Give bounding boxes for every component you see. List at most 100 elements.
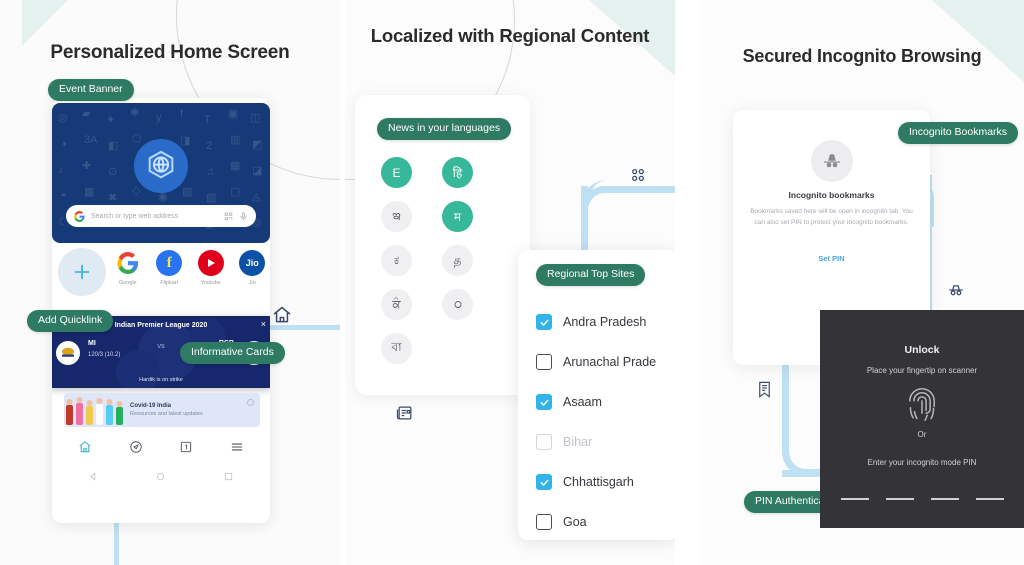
bookmark-icon bbox=[755, 380, 774, 404]
list-item[interactable]: Chhattisgarh bbox=[536, 462, 675, 502]
set-pin-link[interactable]: Set PIN bbox=[733, 254, 930, 263]
pin-slot[interactable] bbox=[840, 498, 869, 500]
list-item[interactable]: Asaam bbox=[536, 382, 675, 422]
add-quicklink-button[interactable] bbox=[58, 248, 106, 296]
quicklink-jio[interactable]: Jio Jio bbox=[235, 250, 271, 286]
checkbox-checked[interactable] bbox=[536, 394, 552, 410]
list-item[interactable]: Goa bbox=[536, 502, 675, 540]
fingerprint-icon[interactable] bbox=[905, 386, 939, 424]
close-icon[interactable]: × bbox=[261, 320, 266, 329]
language-chip[interactable]: ਕੰ bbox=[381, 289, 412, 320]
svg-text:▣: ▣ bbox=[228, 108, 238, 120]
compass-icon[interactable] bbox=[129, 440, 143, 454]
covid-title: Covid-19 India bbox=[130, 403, 172, 409]
language-chip[interactable]: म bbox=[442, 201, 473, 232]
svg-text:◓: ◓ bbox=[60, 190, 67, 202]
badge-news-languages: News in your languages bbox=[377, 118, 512, 140]
pin-slot[interactable] bbox=[930, 498, 959, 500]
covid-illustration bbox=[64, 393, 126, 427]
page-title: Secured Incognito Browsing bbox=[742, 46, 982, 66]
check-icon bbox=[540, 479, 548, 486]
pin-input-slots[interactable] bbox=[820, 498, 1024, 500]
jio-icon: Jio bbox=[239, 250, 266, 276]
language-chip[interactable]: हि bbox=[442, 157, 473, 188]
checkbox-checked[interactable] bbox=[536, 474, 552, 490]
incognito-hat-icon bbox=[810, 140, 853, 182]
search-placeholder-text: Search or type web address bbox=[91, 212, 179, 220]
mint-triangle-decoration bbox=[22, 0, 68, 46]
badge-add-quicklink: Add Quicklink bbox=[27, 310, 114, 332]
panel-personalized-home: Personalized Home Screen Event Banner Ad… bbox=[0, 0, 340, 565]
svg-text:T: T bbox=[204, 114, 211, 126]
covid-info-card[interactable]: Covid-19 India Resources and latest upda… bbox=[64, 393, 260, 427]
region-label: Arunachal Prade bbox=[563, 355, 657, 369]
svg-text:⊙: ⊙ bbox=[108, 166, 117, 178]
home-circle-icon[interactable] bbox=[155, 471, 166, 482]
svg-text:▧: ▧ bbox=[206, 192, 216, 204]
language-chip[interactable]: E bbox=[381, 157, 412, 188]
tab-count-icon[interactable] bbox=[179, 440, 193, 454]
google-icon bbox=[74, 210, 85, 222]
checkbox-disabled bbox=[536, 434, 552, 450]
badge-regional-top-sites: Regional Top Sites bbox=[536, 264, 646, 286]
svg-text:✱: ✱ bbox=[130, 107, 139, 119]
svg-text:✖: ✖ bbox=[108, 192, 117, 204]
language-row: ಕ த bbox=[381, 245, 501, 276]
pin-slot[interactable] bbox=[885, 498, 914, 500]
svg-text:⬠: ⬠ bbox=[132, 133, 142, 145]
region-label: Andra Pradesh bbox=[563, 315, 647, 329]
android-system-bar bbox=[60, 464, 262, 488]
ipl-commentary: Hardik is on strike bbox=[139, 377, 183, 383]
home-icon[interactable] bbox=[78, 440, 92, 454]
covid-subtitle: Resources and latest updates bbox=[130, 411, 203, 417]
checkbox-unchecked[interactable] bbox=[536, 354, 552, 370]
quicklink-youtube[interactable]: Youtube bbox=[193, 250, 229, 286]
list-item[interactable]: Bihar bbox=[536, 422, 675, 462]
language-chip[interactable]: বা bbox=[381, 333, 412, 364]
region-list: Andra Pradesh Arunachal Prade Asaam Biha… bbox=[536, 302, 675, 540]
page-title: Localized with Regional Content bbox=[370, 25, 650, 46]
svg-text:f: f bbox=[180, 108, 184, 120]
check-icon bbox=[540, 319, 548, 326]
unlock-pin-prompt: Enter your incognito mode PIN bbox=[867, 458, 977, 467]
recents-square-icon[interactable] bbox=[223, 471, 234, 482]
menu-icon[interactable] bbox=[230, 440, 244, 454]
connector-pipe-corner-top bbox=[581, 186, 635, 242]
svg-text:y: y bbox=[156, 112, 162, 124]
svg-text:♪: ♪ bbox=[58, 164, 64, 176]
page-title: Personalized Home Screen bbox=[50, 42, 290, 63]
list-item[interactable]: Arunachal Prade bbox=[536, 342, 675, 382]
pin-slot[interactable] bbox=[975, 498, 1004, 500]
list-item[interactable]: Andra Pradesh bbox=[536, 302, 675, 342]
svg-text:◬: ◬ bbox=[252, 191, 261, 203]
svg-text:▦: ▦ bbox=[230, 160, 240, 172]
back-triangle-icon[interactable] bbox=[88, 471, 99, 482]
panel-localized-content: Localized with Regional Content News in … bbox=[345, 0, 675, 565]
language-row: ఇ म bbox=[381, 201, 501, 232]
checkbox-checked[interactable] bbox=[536, 314, 552, 330]
language-chip[interactable]: ഠ bbox=[442, 289, 473, 320]
language-row: E हि bbox=[381, 157, 501, 188]
language-chip[interactable]: த bbox=[442, 245, 473, 276]
svg-text:2: 2 bbox=[206, 140, 212, 152]
home-outline-icon bbox=[272, 305, 292, 330]
youtube-icon bbox=[197, 250, 224, 276]
svg-text:▢: ▢ bbox=[230, 186, 240, 198]
microphone-icon[interactable] bbox=[239, 211, 248, 221]
svg-text:▩: ▩ bbox=[84, 186, 94, 198]
checkbox-unchecked[interactable] bbox=[536, 514, 552, 530]
badge-event-banner: Event Banner bbox=[48, 79, 134, 101]
language-chip[interactable]: ఇ bbox=[381, 201, 412, 232]
lens-icon[interactable] bbox=[224, 212, 233, 221]
svg-text:3A: 3A bbox=[84, 134, 98, 146]
search-input[interactable]: Search or type web address bbox=[66, 205, 256, 227]
panel-incognito-browsing: Secured Incognito Browsing Incognito Boo… bbox=[700, 0, 1024, 565]
language-chip[interactable]: ಕ bbox=[381, 245, 412, 276]
browser-bottom-nav bbox=[60, 434, 262, 460]
unlock-dialog: Unlock Place your fingertip on scanner O… bbox=[820, 310, 1024, 528]
quicklink-flipkart[interactable]: f Flipkart bbox=[152, 250, 188, 286]
svg-text:◫: ◫ bbox=[250, 112, 260, 124]
quicklink-google[interactable]: Google bbox=[110, 250, 146, 286]
svg-text:✚: ✚ bbox=[82, 160, 91, 172]
close-circle-icon[interactable] bbox=[247, 399, 254, 406]
